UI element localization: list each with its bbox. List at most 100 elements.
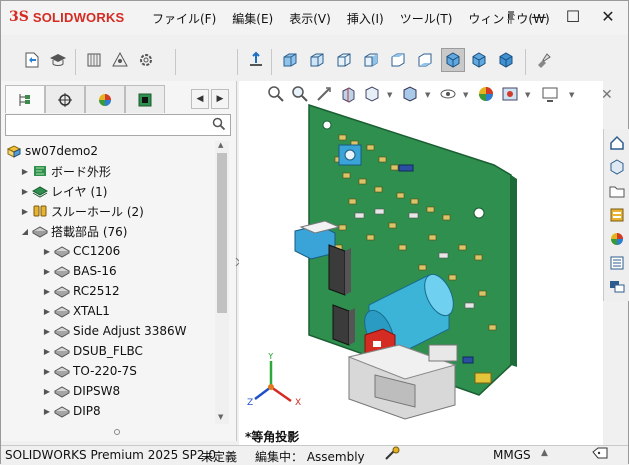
light-button[interactable]	[532, 49, 554, 71]
help-tag-icon[interactable]	[591, 446, 609, 465]
tree-item-components[interactable]: ◢ 搭載部品 (76)	[5, 221, 213, 241]
rebuild-icon[interactable]	[383, 446, 401, 465]
menu-insert[interactable]: 挿入(I)	[339, 10, 392, 27]
settings-button[interactable]	[135, 49, 157, 71]
caret-right-icon[interactable]: ▶	[19, 167, 31, 176]
tree-scrollbar[interactable]: ▲ ▼	[215, 141, 229, 424]
tab-property-manager[interactable]	[45, 85, 85, 113]
tree-component-item[interactable]: ▶ DIPSW8	[5, 381, 213, 401]
caret-right-icon[interactable]: ▶	[41, 327, 53, 336]
tree-component-item[interactable]: ▶ DIP8	[5, 401, 213, 421]
pin-icon[interactable]	[505, 10, 517, 28]
tree-item-board-outline[interactable]: ▶ ボード外形	[5, 161, 213, 181]
home-icon	[610, 135, 624, 150]
task-pane-design-library-button[interactable]	[607, 157, 627, 177]
tree-root-label: sw07demo2	[25, 144, 99, 158]
toolbar-separator	[271, 49, 272, 75]
app-logo[interactable]: 3S SOLIDWORKS	[9, 9, 124, 25]
tab-scroll-right-button[interactable]: ▶	[211, 89, 229, 109]
tree-filter-input[interactable]	[6, 115, 196, 135]
tree-component-item[interactable]: ▶ RC2512	[5, 281, 213, 301]
tree-filter[interactable]	[5, 114, 231, 136]
folder-icon	[609, 186, 625, 198]
tree-item-layer[interactable]: ▶ レイヤ (1)	[5, 181, 213, 201]
toolbar-separator	[237, 49, 238, 75]
view-trimetric-button[interactable]	[468, 49, 490, 71]
caret-right-icon[interactable]: ▶	[41, 307, 53, 316]
units-dropdown-icon[interactable]: ▲	[541, 448, 548, 458]
component-part-icon	[53, 323, 71, 339]
tree-component-item[interactable]: ▶ Side Adjust 3386W	[5, 321, 213, 341]
dropdown-arrow-icon[interactable]: ▼	[569, 91, 577, 99]
view-back-button[interactable]	[306, 49, 328, 71]
menu-view[interactable]: 表示(V)	[281, 10, 339, 27]
insert-component-button[interactable]	[83, 49, 105, 71]
caret-right-icon[interactable]: ▶	[41, 407, 53, 416]
options-hat-button[interactable]	[47, 49, 69, 71]
view-isometric-button[interactable]	[441, 48, 465, 72]
view-top-button[interactable]	[387, 49, 409, 71]
view-bottom-button[interactable]	[414, 49, 436, 71]
caret-right-icon[interactable]: ▶	[41, 387, 53, 396]
caret-right-icon[interactable]: ▶	[41, 367, 53, 376]
tab-feature-manager[interactable]	[5, 85, 45, 113]
task-pane-appearances-button[interactable]	[607, 229, 627, 249]
tree-scrollbar-thumb[interactable]	[217, 153, 227, 313]
normal-to-button[interactable]	[245, 49, 267, 71]
gear-icon	[140, 54, 152, 66]
tab-scroll-left-button[interactable]: ◀	[191, 89, 209, 109]
task-pane-view-palette-button[interactable]	[607, 205, 627, 225]
title-bar: 3S SOLIDWORKS ファイル(F) 編集(E) 表示(V) 挿入(I) …	[1, 1, 628, 35]
appearances-icon	[611, 233, 623, 245]
maximize-button[interactable]: ☐	[556, 1, 590, 31]
open-file-button[interactable]	[21, 49, 43, 71]
scroll-up-icon[interactable]: ▲	[218, 141, 223, 149]
task-pane-forum-button[interactable]	[607, 277, 627, 297]
tree-item-through-hole[interactable]: ▶ スルーホール (2)	[5, 201, 213, 221]
chevron-right-icon: ▶	[216, 94, 224, 104]
view-right-button[interactable]	[360, 49, 382, 71]
task-pane-home-button[interactable]	[607, 133, 627, 153]
tree-root[interactable]: sw07demo2	[5, 141, 213, 161]
panel-resize-handle[interactable]	[114, 429, 120, 435]
mate-button[interactable]	[109, 49, 131, 71]
triad-z-label: Z	[247, 398, 253, 407]
close-viewport-icon[interactable]: ✕	[601, 87, 613, 103]
caret-right-icon[interactable]: ▶	[19, 207, 31, 216]
caret-down-icon[interactable]: ◢	[19, 227, 31, 236]
side-adjust-pot	[428, 344, 458, 362]
status-units[interactable]: MMGS	[493, 448, 531, 462]
tree-component-label: BAS-16	[73, 264, 117, 278]
caret-right-icon[interactable]: ▶	[41, 287, 53, 296]
menu-edit[interactable]: 編集(E)	[224, 10, 281, 27]
maximize-icon: ☐	[565, 6, 581, 26]
tab-appearance[interactable]	[85, 85, 125, 113]
caret-right-icon[interactable]: ▶	[19, 187, 31, 196]
tree-component-item[interactable]: ▶ XTAL1	[5, 301, 213, 321]
view-dimetric-button[interactable]	[495, 49, 517, 71]
tree-component-item[interactable]: ▶ CC1206	[5, 241, 213, 261]
tree-component-item[interactable]: ▶ DSUB_FLBC	[5, 341, 213, 361]
graphics-area[interactable]: ▼ ▼ ▼ ▼ ▼ Y X Z *等角投影	[239, 81, 603, 445]
minimize-button[interactable]: —	[522, 1, 556, 31]
component-part-icon	[53, 343, 71, 359]
close-button[interactable]: ✕	[591, 1, 625, 31]
scroll-down-icon[interactable]: ▼	[218, 413, 223, 421]
caret-right-icon[interactable]: ▶	[41, 267, 53, 276]
caret-right-icon[interactable]: ▶	[41, 247, 53, 256]
assembly-icon	[5, 143, 23, 159]
caret-right-icon[interactable]: ▶	[41, 347, 53, 356]
menu-tools[interactable]: ツール(T)	[392, 10, 461, 27]
tab-circuitworks[interactable]	[125, 85, 165, 113]
tree-component-item[interactable]: ▶ BAS-16	[5, 261, 213, 281]
task-pane-custom-properties-button[interactable]	[607, 253, 627, 273]
view-orientation-label: *等角投影	[245, 430, 300, 444]
view-left-button[interactable]	[333, 49, 355, 71]
pcb-model-render[interactable]	[279, 95, 569, 425]
task-pane-file-explorer-button[interactable]	[607, 181, 627, 201]
graduation-cap-icon	[50, 54, 66, 66]
tree-component-item[interactable]: ▶ TO-220-7S	[5, 361, 213, 381]
tree-component-label: XTAL1	[73, 304, 110, 318]
menu-file[interactable]: ファイル(F)	[144, 10, 224, 27]
view-front-button[interactable]	[279, 49, 301, 71]
